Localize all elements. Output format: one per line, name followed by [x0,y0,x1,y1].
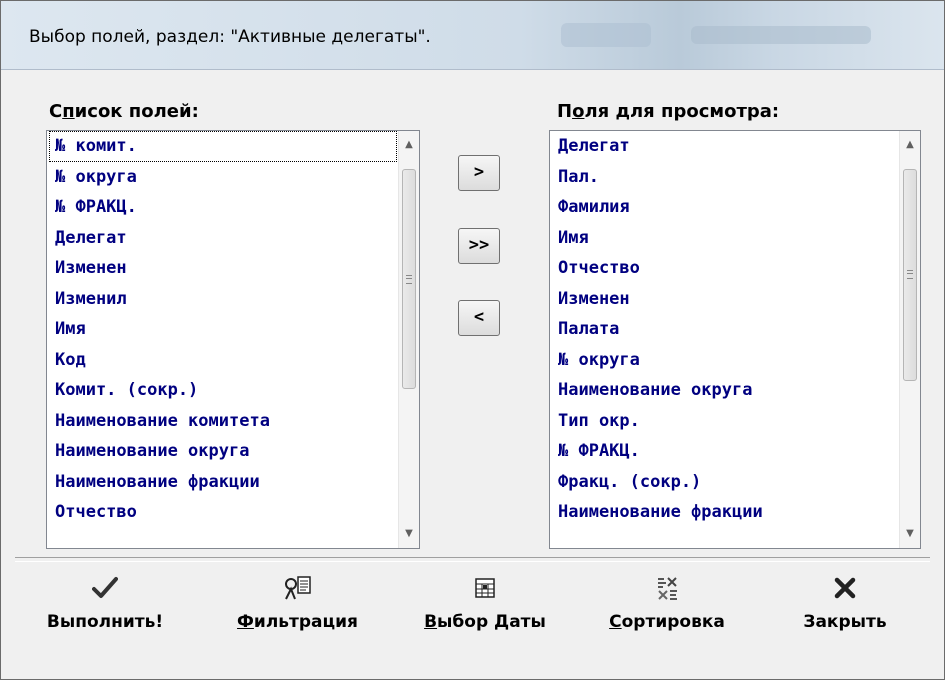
close-label: Закрыть [803,612,887,632]
sort-icon [587,570,747,606]
view-fields-listbox[interactable]: Делегат Пал. Фамилия Имя Отчество Изменен Пала… [549,130,921,549]
list-item[interactable]: Делегат [49,223,397,254]
background-blur [691,26,871,44]
list-item[interactable]: Наименование фракции [552,497,898,528]
list-item[interactable]: Имя [49,314,397,345]
execute-button[interactable]: Выполнить! [30,570,180,632]
list-item[interactable]: Делегат [552,131,898,162]
scroll-down-arrow-icon[interactable]: ▼ [900,524,920,544]
list-item[interactable]: Код [49,345,397,376]
list-item[interactable]: Отчество [49,497,397,528]
view-fields-list-label: Поля для просмотра: [557,101,780,122]
list-item[interactable]: Изменен [552,284,898,315]
list-item[interactable]: Наименование комитета [49,406,397,437]
date-select-button[interactable]: Выбор Даты [400,570,570,632]
grip-icon [406,275,412,284]
list-item[interactable]: Наименование округа [49,436,397,467]
execute-label: Выполнить! [46,612,164,632]
list-item[interactable]: № ФРАКЦ. [49,192,397,223]
list-item[interactable]: Изменил [49,284,397,315]
filter-icon [210,570,385,606]
list-item[interactable]: № комит. [49,131,397,162]
list-item[interactable]: Фамилия [552,192,898,223]
calendar-icon [400,570,570,606]
list-item[interactable]: Имя [552,223,898,254]
list-item[interactable]: Наименование округа [552,375,898,406]
fields-listbox[interactable]: № комит. № округа № ФРАКЦ. Делегат Изменен Из… [46,130,420,549]
add-field-button[interactable]: > [458,155,500,191]
checkmark-icon [30,570,180,606]
list-item[interactable]: Фракц. (сокр.) [552,467,898,498]
scroll-thumb[interactable] [903,169,917,381]
filter-button[interactable]: Фильтрация [210,570,385,632]
view-fields-list-items: Делегат Пал. Фамилия Имя Отчество Изменен Пала… [552,131,898,548]
sort-label: Сортировка [609,612,725,632]
fields-list-scrollbar[interactable]: ▲ ▼ [398,131,419,548]
scroll-up-arrow-icon[interactable]: ▲ [900,135,920,155]
sort-button[interactable]: Сортировка [587,570,747,632]
list-item[interactable]: Отчество [552,253,898,284]
fields-list-items: № комит. № округа № ФРАКЦ. Делегат Изменен Из… [49,131,397,548]
dialog-client-area: Список полей: Поля для просмотра: № коми… [15,70,930,670]
list-item[interactable]: Комит. (сокр.) [49,375,397,406]
filter-label: Фильтрация [237,612,358,632]
remove-field-button[interactable]: < [458,300,500,336]
list-item[interactable]: Наименование фракции [49,467,397,498]
close-x-icon [775,570,915,606]
list-item[interactable]: Палата [552,314,898,345]
list-item[interactable]: Изменен [49,253,397,284]
scroll-down-arrow-icon[interactable]: ▼ [399,524,419,544]
add-all-fields-button[interactable]: >> [458,228,500,264]
window-title: Выбор полей, раздел: "Активные делегаты"… [29,27,431,47]
view-fields-list-scrollbar[interactable]: ▲ ▼ [899,131,920,548]
close-button[interactable]: Закрыть [775,570,915,632]
toolbar-separator [15,557,930,562]
list-item[interactable]: Тип окр. [552,406,898,437]
scroll-up-arrow-icon[interactable]: ▲ [399,135,419,155]
list-item[interactable]: Пал. [552,162,898,193]
list-item[interactable]: № округа [552,345,898,376]
dialog-window: Выбор полей, раздел: "Активные делегаты"… [0,0,945,680]
fields-list-label: Список полей: [49,101,199,122]
background-blur [561,23,651,47]
list-item[interactable]: № округа [49,162,397,193]
scroll-thumb[interactable] [402,169,416,389]
list-item[interactable]: № ФРАКЦ. [552,436,898,467]
grip-icon [907,270,913,279]
date-select-label: Выбор Даты [424,612,546,632]
title-bar: Выбор полей, раздел: "Активные делегаты"… [1,1,944,70]
